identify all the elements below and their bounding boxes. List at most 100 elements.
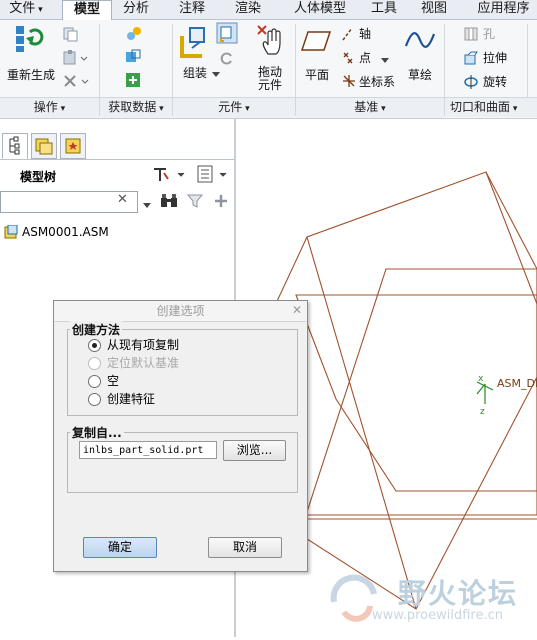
chevron-down-icon: ▾ [242,104,250,114]
watermark-logo-icon [324,572,384,635]
close-icon[interactable]: ✕ [292,303,302,317]
copy-icon[interactable] [62,26,80,45]
revolve-icon[interactable] [463,74,479,93]
tab-analysis[interactable]: 分析 [112,0,160,19]
group-component[interactable]: 元件 ▾ [173,97,295,118]
plane-button[interactable]: 平面 [305,66,329,83]
tab-file[interactable]: 文件 ▾ [0,0,52,19]
sketch-icon[interactable] [404,28,436,57]
point-button[interactable]: 点 [359,49,371,66]
option-label: 空 [107,374,120,388]
group-operations[interactable]: 操作 ▾ [0,97,99,118]
sketch-button[interactable]: 草绘 [408,66,432,83]
regenerate-icon[interactable] [12,24,46,57]
paste-icon[interactable] [62,50,88,69]
model-tree-icon [9,136,20,155]
plane-icon[interactable] [300,30,332,55]
drag-components-label-2: 元件 [258,78,283,92]
tab-folder-browser[interactable] [31,133,57,159]
model-tree-title: 模型树 [20,170,57,184]
tab-view[interactable]: 视图 [412,0,456,19]
find-binoculars-icon[interactable] [160,193,178,212]
assemble-button[interactable]: 组装 [183,64,207,81]
assemble-icon[interactable] [178,26,212,63]
csys-label: ASM_DI [497,377,537,390]
copy-from-input[interactable]: inlbs_part_solid.prt [79,441,217,459]
assembly-icon [4,224,18,244]
chevron-down-icon[interactable] [143,198,151,212]
group-datum[interactable]: 基准 ▾ [296,97,444,118]
tab-human-model[interactable]: 人体模型 [280,0,360,19]
create-component-icon[interactable] [216,22,238,47]
user-defined-feature-icon[interactable] [125,26,143,45]
axis-x-label: x [478,374,484,384]
axis-z-label: z [480,407,485,417]
csys-symbol [476,381,494,404]
cancel-button[interactable]: 取消 [208,537,282,558]
radio[interactable] [88,393,101,406]
delete-icon[interactable] [62,73,90,92]
chevron-down-icon: ▾ [35,5,43,15]
group-get-data[interactable]: 获取数据 ▾ [100,97,172,118]
watermark-url: www.proewildfire.cn [372,608,503,623]
point-icon[interactable] [341,50,355,69]
option-label: 定位默认基准 [107,356,180,370]
group-cut-surface[interactable]: 切口和曲面 ▾ [445,97,537,117]
chevron-down-icon[interactable] [381,53,389,67]
chevron-down-icon: ▾ [510,104,518,114]
extrude-button[interactable]: 拉伸 [483,49,507,66]
folder-icon [35,138,53,155]
chevron-down-icon: ▾ [156,104,164,114]
copy-geometry-icon[interactable] [125,49,143,68]
show-menu-icon[interactable] [196,165,232,186]
tab-annotate[interactable]: 注释 [168,0,216,19]
filter-icon[interactable] [186,193,204,212]
copy-from-legend: 复制自... [70,424,124,441]
regenerate-button[interactable]: 重新生成 [7,66,55,83]
datum-plane-edge [276,171,537,610]
axis-button[interactable]: 轴 [359,25,371,42]
tab-favorites[interactable] [60,133,86,159]
tree-settings-icon[interactable] [152,165,188,186]
tree-item-label: ASM0001.ASM [22,225,109,239]
create-options-dialog: 创建选项 ✕ 创建方法 从现有项复制 定位默认基准 空 创建特征 复制自... … [53,300,308,572]
regenerate-component-icon [219,50,235,69]
revolve-button[interactable]: 旋转 [483,73,507,90]
axis-icon[interactable] [341,26,355,45]
watermark-title: 野火论坛 [398,577,519,610]
tab-file-label: 文件 [9,1,36,16]
radio-disabled [88,357,101,370]
tab-model-tree[interactable] [2,133,28,159]
radio[interactable] [88,375,101,388]
tab-tools[interactable]: 工具 [362,0,406,19]
clear-icon[interactable]: ✕ [117,192,128,207]
hole-button[interactable]: 孔 [483,25,495,42]
radio-selected[interactable] [88,339,101,352]
extrude-icon[interactable] [463,50,479,69]
tab-applications[interactable]: 应用程序 [470,0,537,19]
divider [0,159,234,160]
add-icon[interactable] [213,193,229,212]
favorites-icon [65,138,81,154]
search-field[interactable]: ✕ [0,191,138,213]
merge-icon[interactable] [125,72,143,91]
chevron-down-icon[interactable] [212,67,220,81]
drag-components-button[interactable]: 拖动 元件 [258,66,282,92]
hole-icon[interactable] [463,26,479,45]
option-label: 从现有项复制 [107,338,180,352]
csys-icon[interactable] [341,73,357,92]
method-fieldset [67,329,298,416]
tab-model[interactable]: 模型 [62,0,112,21]
chevron-down-icon: ▾ [378,104,386,114]
chevron-down-icon: ▾ [57,104,66,114]
menu-bar: 文件 ▾ 模型 分析 注释 渲染 人体模型 工具 视图 应用程序 [0,0,537,21]
dialog-title: 创建选项 [54,301,307,322]
group-cut-surface-label: 切口和曲面 [450,100,511,114]
group-datum-label: 基准 [354,100,379,114]
ribbon: 重新生成 组装 拖动 元件 平面 轴 点 坐标系 草绘 孔 拉伸 旋转 操作 ▾… [0,20,537,119]
browse-button[interactable]: 浏览... [223,440,286,461]
csys-button[interactable]: 坐标系 [359,73,395,90]
tab-render[interactable]: 渲染 [224,0,272,19]
drag-hand-icon[interactable] [256,24,286,59]
ok-button[interactable]: 确定 [83,537,157,558]
